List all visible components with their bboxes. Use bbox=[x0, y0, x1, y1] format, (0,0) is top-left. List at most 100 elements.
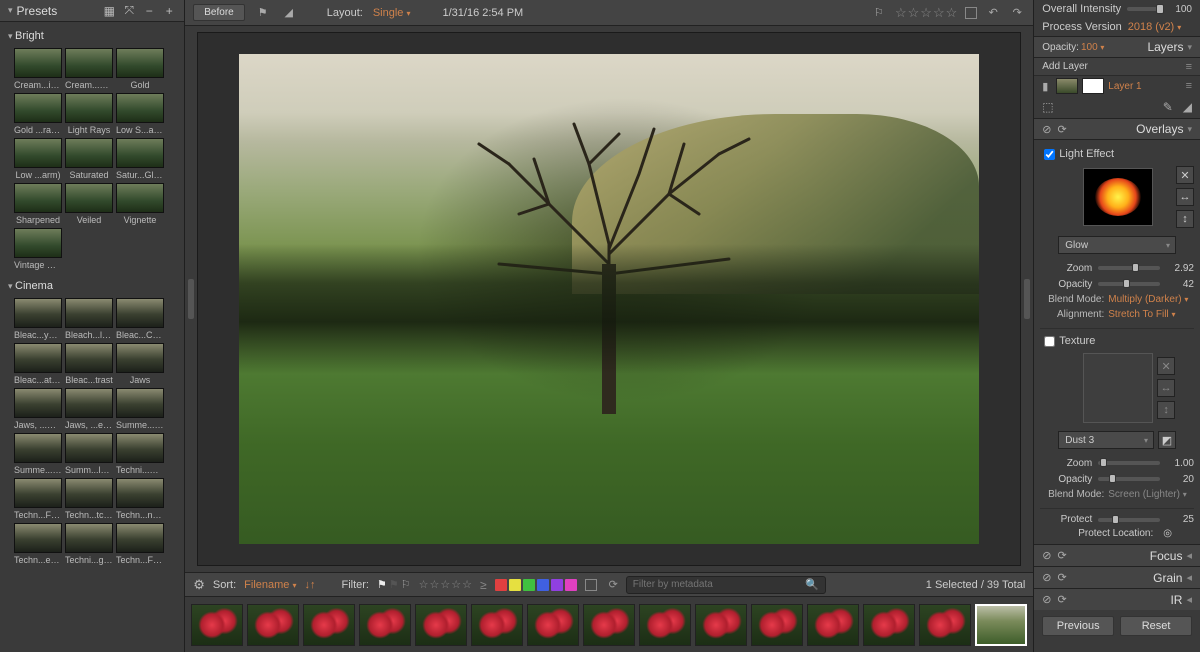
preset-item[interactable]: Summe...tion) bbox=[14, 433, 62, 475]
rating-stars[interactable]: ☆ ☆ ☆ ☆ ☆ bbox=[895, 5, 957, 21]
eraser-icon[interactable]: ◢ bbox=[1183, 100, 1192, 114]
flip-v-icon[interactable]: ↕ bbox=[1157, 401, 1175, 419]
layer-menu-icon[interactable]: ≡ bbox=[1186, 61, 1192, 73]
section-grain[interactable]: ⊘⟳Grain◂ bbox=[1034, 566, 1200, 588]
histogram-icon[interactable]: ◢ bbox=[281, 6, 297, 20]
left-panel-handle[interactable] bbox=[188, 279, 194, 319]
flip-h-icon[interactable]: ↔ bbox=[1157, 379, 1175, 397]
search-icon[interactable]: 🔍 bbox=[805, 578, 819, 591]
target-icon[interactable]: ◎ bbox=[1163, 528, 1172, 539]
preset-item[interactable]: Techn...Faded bbox=[116, 523, 164, 565]
preset-item[interactable]: Vintage Color bbox=[14, 228, 62, 270]
layer-visibility-icon[interactable]: ▮ bbox=[1042, 80, 1052, 93]
blend-value[interactable]: Multiply (Darker) ▾ bbox=[1108, 294, 1194, 305]
layers-title[interactable]: Layers bbox=[1104, 40, 1183, 54]
preset-item[interactable]: Jaws bbox=[116, 343, 164, 385]
layer-mask-thumb[interactable] bbox=[1082, 78, 1104, 94]
color-swatch[interactable] bbox=[523, 579, 535, 591]
search-input[interactable] bbox=[633, 579, 799, 590]
light-effect-checkbox[interactable] bbox=[1044, 149, 1055, 160]
preset-item[interactable]: Jaws, ...Shift bbox=[14, 388, 62, 430]
film-thumb[interactable] bbox=[975, 604, 1027, 646]
flag-none-icon[interactable]: ⚐ bbox=[401, 578, 411, 591]
film-thumb[interactable] bbox=[415, 604, 467, 646]
overall-intensity-slider[interactable] bbox=[1127, 7, 1158, 11]
chevron-down-icon[interactable]: ▾ bbox=[8, 5, 13, 16]
image-canvas[interactable] bbox=[197, 32, 1021, 566]
preset-item[interactable]: Low ...arm) bbox=[14, 138, 62, 180]
layer-thumb[interactable] bbox=[1056, 78, 1078, 94]
light-effect-preview[interactable] bbox=[1083, 168, 1153, 226]
filmstrip[interactable] bbox=[185, 596, 1033, 652]
preset-item[interactable]: Jaws, ...e Skin bbox=[65, 388, 113, 430]
flag-outline-icon[interactable]: ⚐ bbox=[871, 6, 887, 20]
reset-overlays-icon[interactable]: ⊘ bbox=[1042, 123, 1051, 136]
film-thumb[interactable] bbox=[583, 604, 635, 646]
texture-preset-dropdown[interactable]: Dust 3 bbox=[1058, 431, 1154, 449]
reset-icon[interactable]: ⊘ bbox=[1042, 571, 1051, 584]
preset-item[interactable]: Techn...tched bbox=[65, 478, 113, 520]
collapse-icon[interactable]: ⤧ bbox=[122, 4, 136, 18]
preset-item[interactable]: Techn...nette bbox=[116, 478, 164, 520]
film-thumb[interactable] bbox=[191, 604, 243, 646]
preset-item[interactable]: Bleac...trast bbox=[65, 343, 113, 385]
preset-item[interactable]: Sharpened bbox=[14, 183, 62, 225]
reset-button[interactable]: Reset bbox=[1120, 616, 1192, 636]
redo-icon[interactable]: ↷ bbox=[1009, 6, 1025, 20]
overlays-title[interactable]: Overlays bbox=[1067, 122, 1184, 136]
color-swatch[interactable] bbox=[509, 579, 521, 591]
preset-item[interactable]: Veiled bbox=[65, 183, 113, 225]
film-thumb[interactable] bbox=[303, 604, 355, 646]
layer-name[interactable]: Layer 1 bbox=[1108, 81, 1181, 92]
preset-item[interactable]: Techn...ess 4 bbox=[14, 523, 62, 565]
texture-checkbox[interactable] bbox=[1044, 336, 1055, 347]
minus-icon[interactable]: − bbox=[142, 4, 156, 18]
layers-opacity-value[interactable]: 100 ▾ bbox=[1081, 42, 1104, 53]
star-icon[interactable]: ☆ bbox=[933, 5, 945, 21]
flip-h-icon[interactable]: ↔ bbox=[1176, 188, 1194, 206]
preset-item[interactable]: Techni...grain) bbox=[65, 523, 113, 565]
gear-icon[interactable]: ⚙ bbox=[193, 577, 205, 593]
flag-white-icon[interactable]: ⚑ bbox=[377, 578, 387, 591]
sort-value[interactable]: Filename ▾ bbox=[244, 579, 296, 591]
protect-slider[interactable] bbox=[1098, 518, 1160, 522]
light-opacity-slider[interactable] bbox=[1098, 282, 1160, 286]
presets-list[interactable]: BrightCream...ightsCream...ette)GoldGold… bbox=[0, 22, 184, 652]
preset-group-bright[interactable]: Bright bbox=[6, 26, 178, 46]
color-label-icon[interactable] bbox=[965, 7, 977, 19]
right-panel-handle[interactable] bbox=[1024, 279, 1030, 319]
preset-item[interactable]: Vignette bbox=[116, 183, 164, 225]
preset-item[interactable]: Cream...ette) bbox=[65, 48, 113, 90]
shuffle-icon[interactable]: ✕ bbox=[1176, 166, 1194, 184]
preset-item[interactable]: Summ...low) bbox=[65, 433, 113, 475]
star-icon[interactable]: ☆ bbox=[920, 5, 932, 21]
color-swatch[interactable] bbox=[565, 579, 577, 591]
preset-item[interactable]: Low S...ation bbox=[116, 93, 164, 135]
film-thumb[interactable] bbox=[695, 604, 747, 646]
preset-item[interactable]: Techn...Faded bbox=[14, 478, 62, 520]
flag-black-icon[interactable]: ⚑ bbox=[389, 578, 399, 591]
film-thumb[interactable] bbox=[919, 604, 971, 646]
film-thumb[interactable] bbox=[863, 604, 915, 646]
section-focus[interactable]: ⊘⟳Focus◂ bbox=[1034, 544, 1200, 566]
color-swatch[interactable] bbox=[495, 579, 507, 591]
preset-item[interactable]: Bleac...ation bbox=[14, 343, 62, 385]
preset-item[interactable]: Satur...Glow) bbox=[116, 138, 164, 180]
layout-value[interactable]: Single ▾ bbox=[373, 7, 411, 19]
preset-item[interactable]: Bleac...ypass bbox=[14, 298, 62, 340]
reset-icon[interactable]: ⊘ bbox=[1042, 593, 1051, 606]
preset-group-cinema[interactable]: Cinema bbox=[6, 276, 178, 296]
reset-icon[interactable]: ⊘ bbox=[1042, 549, 1051, 562]
align-value[interactable]: Stretch To Fill ▾ bbox=[1108, 309, 1194, 320]
sync-overlays-icon[interactable]: ⟳ bbox=[1057, 123, 1066, 136]
stars-mode-icon[interactable]: ≥ bbox=[480, 578, 487, 592]
filter-stars[interactable]: ☆☆☆☆☆ bbox=[419, 578, 472, 591]
brush-icon[interactable]: ✎ bbox=[1163, 100, 1173, 114]
film-thumb[interactable] bbox=[359, 604, 411, 646]
shuffle-icon[interactable]: ✕ bbox=[1157, 357, 1175, 375]
film-thumb[interactable] bbox=[639, 604, 691, 646]
undo-icon[interactable]: ↶ bbox=[985, 6, 1001, 20]
sort-direction-icon[interactable]: ↓↑ bbox=[304, 579, 315, 591]
section-ir[interactable]: ⊘⟳IR◂ bbox=[1034, 588, 1200, 610]
preset-item[interactable]: Cream...ights bbox=[14, 48, 62, 90]
